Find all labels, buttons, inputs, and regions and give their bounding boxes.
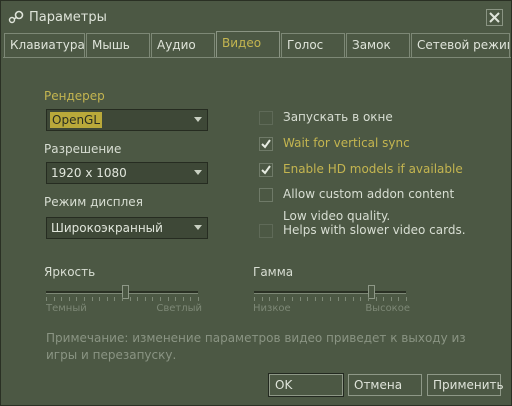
checkmark-icon [261,165,271,175]
custom-addon-checkbox[interactable] [259,188,273,202]
slider-tick [122,297,123,301]
slider-tick [307,297,309,301]
tab-voice[interactable]: Голос [281,33,345,57]
gamma-track [254,291,406,294]
slider-tick [322,297,324,301]
slider-tick [375,297,377,301]
title-bar[interactable]: Параметры [2,2,510,32]
slider-tick [360,297,362,301]
chevron-down-icon [194,117,202,122]
restart-note: Примечание: изменение параметров видео п… [46,331,466,362]
low-quality-label: Low video quality. [283,209,391,223]
slider-tick [99,297,101,301]
display-mode-combo[interactable]: Широкоэкранный [46,217,208,239]
slider-tick [53,297,55,301]
chevron-down-icon [194,225,202,230]
renderer-value: OpenGL [50,112,103,128]
brightness-min-label: Темный [46,303,87,314]
tab-bar: Клавиатура Мышь Аудио Видео Голос Замок … [1,31,512,58]
slider-tick [299,297,301,301]
renderer-label: Рендерер [44,89,105,103]
checkmark-icon [261,139,271,149]
ok-button[interactable]: OK [268,373,344,397]
slider-tick [160,297,161,301]
slider-tick [337,297,339,301]
resolution-label: Разрешение [44,142,122,156]
slider-tick [261,297,263,301]
slider-tick [368,297,369,301]
window-title: Параметры [29,10,107,25]
resolution-combo[interactable]: 1920 x 1080 [46,162,208,184]
slider-tick [167,297,169,301]
slider-tick [190,297,192,301]
windowed-label: Запускать в окне [283,110,393,124]
slider-tick [406,297,407,301]
brightness-slider[interactable]: Темный Светлый [44,284,202,314]
tab-mouse[interactable]: Мышь [86,33,150,57]
steam-icon [8,10,24,24]
vsync-label: Wait for vertical sync [283,136,410,150]
video-panel: Рендерер OpenGL Разрешение 1920 x 1080 Р… [3,58,511,366]
tab-lock[interactable]: Замок [346,33,410,57]
vsync-checkbox[interactable] [259,137,273,151]
tab-keyboard[interactable]: Клавиатура [4,33,85,57]
slider-tick [284,297,286,301]
gamma-max-label: Высокое [365,303,410,314]
slider-tick [198,297,199,301]
tab-multiplayer[interactable]: Сетевой режим [411,33,510,57]
slider-tick [106,297,108,301]
chevron-down-icon [194,170,202,175]
slider-tick [314,297,316,301]
close-icon [489,12,500,23]
brightness-thumb[interactable] [122,285,130,299]
custom-addon-label: Allow custom addon content [283,187,455,201]
windowed-checkbox[interactable] [259,111,273,125]
options-dialog: Параметры Клавиатура Мышь Аудио Видео Го… [0,0,512,406]
slider-tick [276,297,278,301]
slider-tick [129,297,131,301]
slider-tick [76,297,78,301]
resolution-value: 1920 x 1080 [51,166,127,180]
low-quality-checkbox[interactable] [259,224,273,238]
slider-tick [254,297,255,301]
slider-tick [182,297,184,301]
slider-tick [61,297,63,301]
slider-tick [152,297,154,301]
cancel-button[interactable]: Отмена [348,374,422,396]
brightness-label: Яркость [44,265,96,279]
low-quality-label-2: Helps with slower video cards. [283,223,466,237]
renderer-combo[interactable]: OpenGL [46,109,208,131]
slider-tick [390,297,392,301]
close-button[interactable] [486,9,503,26]
hd-models-label: Enable HD models if available [283,162,463,176]
slider-tick [345,297,347,301]
slider-tick [144,297,146,301]
tab-video[interactable]: Видео [216,31,280,58]
slider-tick [91,297,93,301]
slider-tick [114,297,116,301]
slider-tick [84,297,85,301]
tab-audio[interactable]: Аудио [151,33,215,57]
hd-models-checkbox[interactable] [259,163,273,177]
display-mode-label: Режим дисплея [44,195,143,209]
brightness-max-label: Светлый [156,303,202,314]
slider-tick [292,297,293,301]
gamma-thumb[interactable] [368,285,376,299]
slider-tick [46,297,47,301]
display-mode-value: Широкоэкранный [51,221,163,235]
slider-tick [398,297,400,301]
slider-tick [383,297,385,301]
gamma-min-label: Низкое [253,303,291,314]
slider-tick [137,297,139,301]
gamma-slider[interactable]: Низкое Высокое [252,284,410,314]
slider-tick [330,297,331,301]
slider-tick [68,297,70,301]
slider-tick [352,297,354,301]
slider-tick [175,297,177,301]
gamma-label: Гамма [253,265,294,279]
apply-button[interactable]: Применить [427,374,504,396]
slider-tick [269,297,271,301]
